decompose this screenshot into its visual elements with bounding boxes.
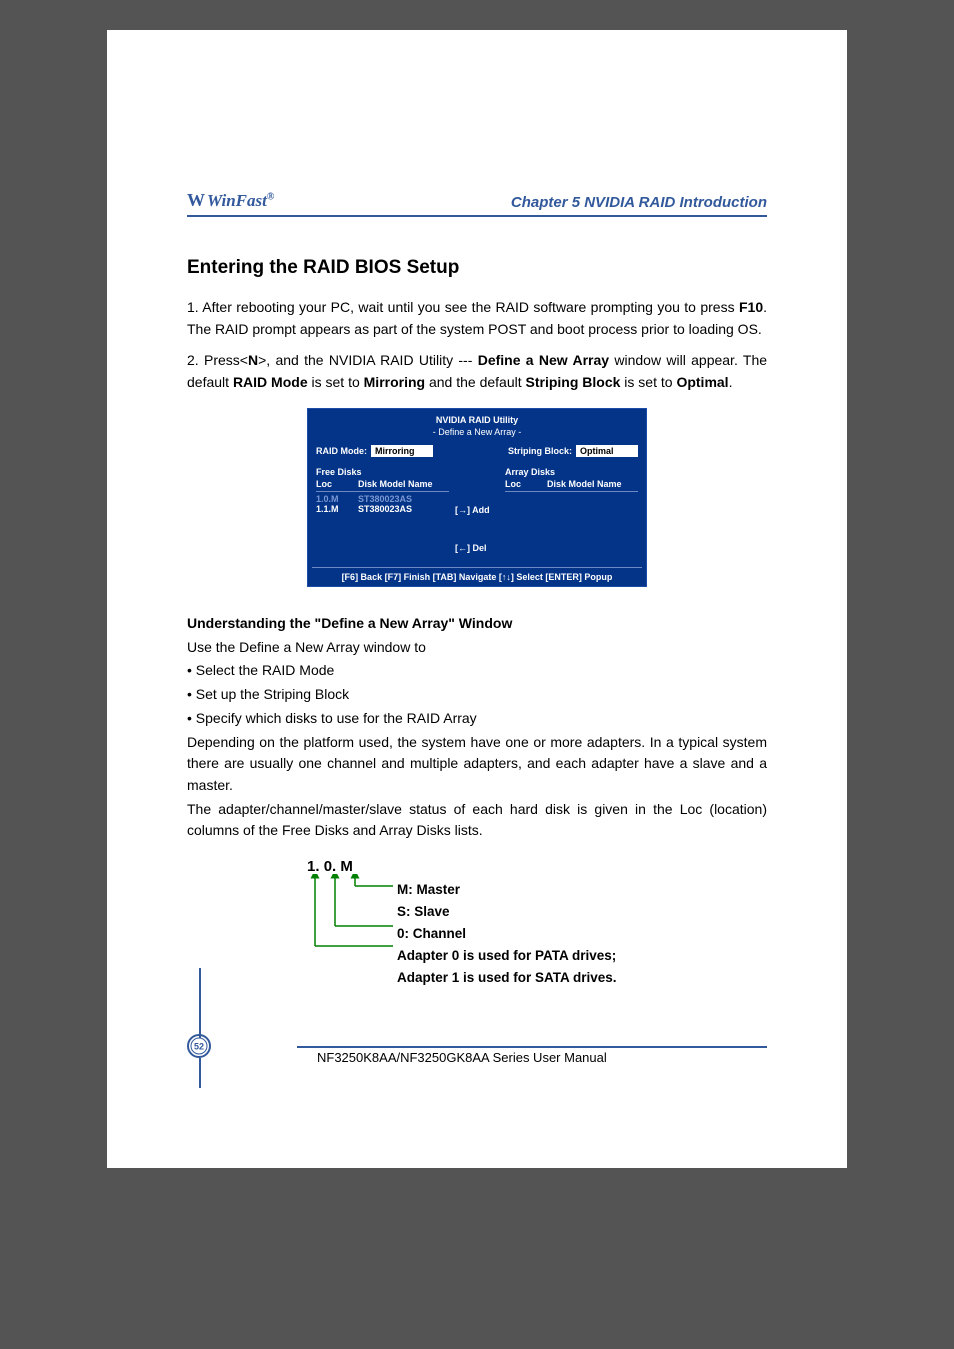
footer-vline-top — [199, 968, 201, 1038]
brand-w: W — [187, 190, 205, 210]
free-disks-header: Loc Disk Model Name — [316, 479, 449, 489]
label-slave: S: Slave — [397, 902, 617, 923]
understand-1: Use the Define a New Array window to — [187, 637, 767, 659]
paragraph-1: 1. After rebooting your PC, wait until y… — [187, 297, 767, 340]
footer-rule — [297, 1046, 767, 1048]
page-header: WWinFast® Chapter 5 NVIDIA RAID Introduc… — [187, 190, 767, 217]
page-footer: 52 NF3250K8AA/NF3250GK8AA Series User Ma… — [187, 1028, 767, 1088]
label-adapter0: Adapter 0 is used for PATA drives; — [397, 946, 617, 967]
page-number-badge: 52 — [187, 1034, 211, 1058]
loc-code: 1. 0. M — [307, 858, 353, 875]
array-disks-col: Array Disks Loc Disk Model Name — [505, 467, 638, 553]
subheading: Understanding the "Define a New Array" W… — [187, 615, 767, 631]
understand-bullet-1: • Select the RAID Mode — [187, 660, 767, 682]
array-disks-label: Array Disks — [505, 467, 638, 477]
manual-page: WWinFast® Chapter 5 NVIDIA RAID Introduc… — [107, 30, 847, 1168]
chapter-title: Chapter 5 NVIDIA RAID Introduction — [511, 194, 767, 211]
paragraph-2: 2. Press<N>, and the NVIDIA RAID Utility… — [187, 350, 767, 393]
add-button: [→] Add — [455, 505, 499, 515]
section-title: Entering the RAID BIOS Setup — [187, 257, 767, 279]
striping-value: Optimal — [576, 445, 638, 457]
bios-subtitle: - Define a New Array - — [312, 427, 642, 443]
bios-columns: Free Disks Loc Disk Model Name 1.0.M ST3… — [312, 467, 642, 567]
del-button: [←] Del — [455, 543, 499, 553]
bios-mode-row: RAID Mode: Mirroring Striping Block: Opt… — [312, 443, 642, 467]
label-channel: 0: Channel — [397, 924, 617, 945]
striping-label: Striping Block: — [508, 446, 572, 456]
disk-row: 1.1.M ST380023AS — [316, 504, 449, 514]
understand-3: The adapter/channel/master/slave status … — [187, 799, 767, 842]
label-adapter1: Adapter 1 is used for SATA drives. — [397, 968, 617, 989]
disk-row: 1.0.M ST380023AS — [316, 494, 449, 504]
free-disks-label: Free Disks — [316, 467, 449, 477]
brand-name: WinFast — [207, 191, 267, 210]
svg-text:52: 52 — [194, 1041, 204, 1051]
understand-bullet-2: • Set up the Striping Block — [187, 684, 767, 706]
footer-vline-bottom — [199, 1058, 201, 1088]
raid-mode-value: Mirroring — [371, 445, 433, 457]
brand-reg: ® — [267, 191, 274, 202]
bios-window: NVIDIA RAID Utility - Define a New Array… — [307, 408, 647, 587]
label-master: M: Master — [397, 880, 617, 901]
brand-logo: WWinFast® — [187, 190, 274, 211]
bios-screenshot: NVIDIA RAID Utility - Define a New Array… — [187, 408, 767, 587]
understand-2: Depending on the platform used, the syst… — [187, 732, 767, 797]
bios-mid-buttons: [→] Add [←] Del — [455, 467, 499, 553]
bios-footer: [F6] Back [F7] Finish [TAB] Navigate [↑↓… — [312, 567, 642, 582]
diagram-labels: M: Master S: Slave 0: Channel Adapter 0 … — [397, 880, 617, 990]
free-disks-col: Free Disks Loc Disk Model Name 1.0.M ST3… — [316, 467, 449, 553]
raid-mode-label: RAID Mode: — [316, 446, 367, 456]
understand-bullet-3: • Specify which disks to use for the RAI… — [187, 708, 767, 730]
array-disks-header: Loc Disk Model Name — [505, 479, 638, 489]
bios-title: NVIDIA RAID Utility — [312, 413, 642, 427]
loc-diagram: 1. 0. M M: Master S: Slave 0: Channel Ad… — [307, 858, 767, 998]
footer-manual-name: NF3250K8AA/NF3250GK8AA Series User Manua… — [317, 1050, 607, 1065]
